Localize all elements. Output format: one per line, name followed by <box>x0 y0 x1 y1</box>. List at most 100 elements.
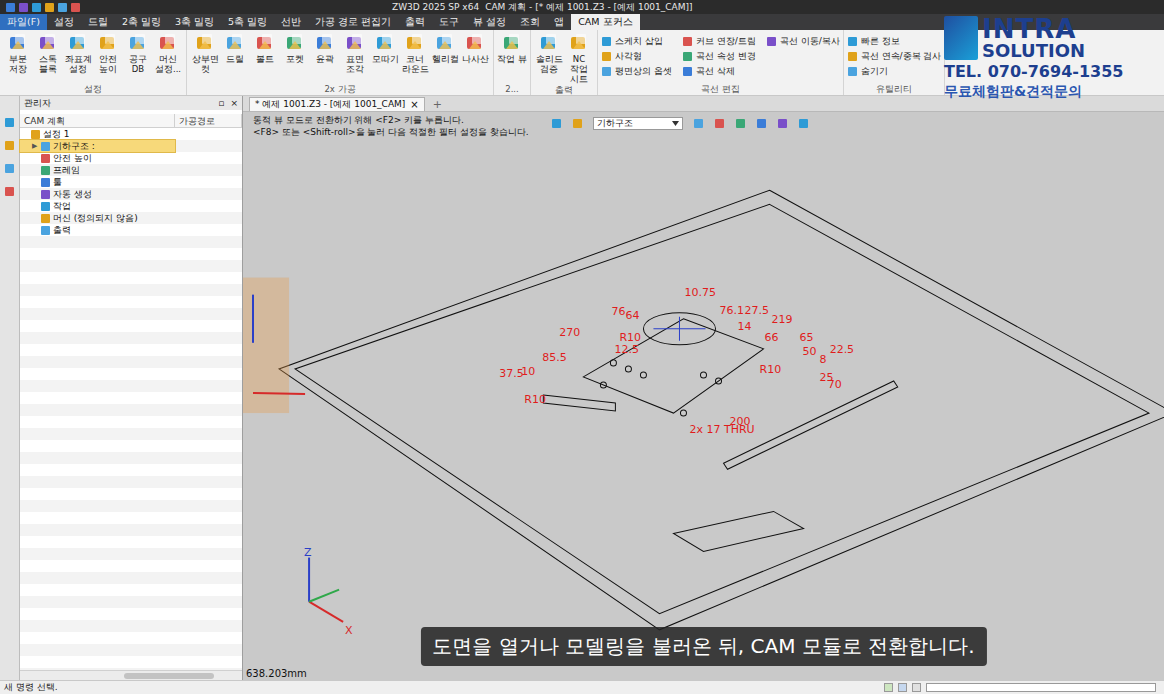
tool-icon <box>538 32 560 54</box>
tree-item[interactable]: 프레임 <box>20 164 175 176</box>
menu-tab[interactable]: CAM 포커스 <box>571 14 639 30</box>
dimension-label: R10 <box>760 363 782 376</box>
dimension-label: 37.5 <box>499 367 524 380</box>
ribbon-button[interactable]: 볼트 <box>250 32 280 83</box>
tree-item[interactable]: ▶기하구조 : <box>20 140 175 152</box>
quick-access-icon[interactable] <box>32 3 41 12</box>
ribbon-button[interactable]: 윤곽 <box>310 32 340 83</box>
menu-tab[interactable]: 선반 <box>274 14 308 30</box>
panel-control[interactable]: × <box>230 98 238 108</box>
small-tool-icon <box>601 66 612 77</box>
scrollbar[interactable] <box>20 670 242 680</box>
dimension-label: 64 <box>625 309 639 322</box>
small-tool-icon <box>798 118 809 129</box>
column-header: CAM 계획가공경로 <box>20 114 242 128</box>
ribbon-button[interactable]: 부분 저장 <box>3 32 33 83</box>
menu-tab[interactable]: 설정 <box>47 14 81 30</box>
close-button[interactable]: × <box>410 99 418 110</box>
ribbon-button[interactable]: 나사산 <box>460 32 490 83</box>
document-title: CAM 계획 - [* 예제 1001.Z3 - [예제 1001_CAM]] <box>485 1 692 14</box>
ribbon-button[interactable]: 상부면 컷 <box>190 32 220 83</box>
menu-tab[interactable]: 조회 <box>513 14 547 30</box>
menu-tab[interactable]: 도구 <box>432 14 466 30</box>
tree-node-icon <box>41 190 50 199</box>
ribbon-button[interactable]: 공구 DB <box>123 32 153 83</box>
small-tool-icon <box>714 118 725 129</box>
tree-item[interactable]: 자동 생성 <box>20 188 175 200</box>
ribbon-small-button[interactable]: 사각형 <box>601 49 672 64</box>
menu-tab[interactable]: 2축 밀링 <box>115 14 168 30</box>
ribbon-small-button[interactable]: 곡선 속성 변경 <box>682 49 756 64</box>
menu-tab[interactable]: 앱 <box>547 14 571 30</box>
menu-tab[interactable]: 5축 밀링 <box>221 14 274 30</box>
side-tool-icon[interactable] <box>5 164 14 173</box>
panel-control[interactable]: ▫ <box>218 98 224 108</box>
tree-item[interactable]: 설정 1 <box>20 128 175 140</box>
menu-tab[interactable]: 뷰 설정 <box>466 14 513 30</box>
ribbon-button[interactable]: 포켓 <box>280 32 310 83</box>
ribbon-small-button[interactable]: 곡선 삭제 <box>682 64 756 79</box>
add-tab-button[interactable]: + <box>429 98 446 111</box>
quick-access-icon[interactable] <box>45 3 54 12</box>
quick-access-icon[interactable] <box>19 3 28 12</box>
ribbon-small-button[interactable]: 평면상의 옵셋 <box>601 64 672 79</box>
ribbon-small-button[interactable]: 숨기기 <box>847 64 942 79</box>
ribbon-button[interactable]: 표면 조각 <box>340 32 370 83</box>
ribbon-small-button[interactable]: 스케치 삽입 <box>601 34 672 49</box>
tree-item[interactable]: 작업 <box>20 200 175 212</box>
side-tool-icon[interactable] <box>5 187 14 196</box>
menu-tab[interactable]: 드릴 <box>81 14 115 30</box>
side-tool-icon[interactable] <box>5 141 14 150</box>
filter-dropdown[interactable]: 기하구조 <box>593 117 683 130</box>
ribbon-button[interactable]: 드릴 <box>220 32 250 83</box>
ribbon-button[interactable]: 솔리드 검증 <box>534 32 564 84</box>
small-tool-icon <box>735 118 746 129</box>
quick-access-icon[interactable] <box>58 3 67 12</box>
small-tool-icon <box>756 118 767 129</box>
viewport[interactable]: ZX10.75766476.127.51421966655022.58270R1… <box>243 112 1164 680</box>
small-tool-icon <box>847 51 858 62</box>
ribbon-button[interactable]: 스톡 블록 <box>33 32 63 83</box>
quick-access-icon[interactable] <box>6 3 15 12</box>
side-tool-icon[interactable] <box>5 118 14 127</box>
ribbon-button[interactable]: 코너 라운드 <box>400 32 430 83</box>
ribbon-small-button[interactable]: 곡선 연속/중복 검사 <box>847 49 942 64</box>
status-icon[interactable] <box>912 683 921 692</box>
tree-item[interactable]: 머신 (정의되지 않음) <box>20 212 175 224</box>
menu-tab[interactable]: 파일(F) <box>0 14 47 30</box>
tree-node-icon <box>41 214 50 223</box>
tree-item[interactable]: 안전 높이 <box>20 152 175 164</box>
ribbon-button[interactable]: 작업 뷰 <box>497 32 527 83</box>
small-tool-icon <box>682 36 693 47</box>
axis-label: X <box>345 624 353 637</box>
tool-icon <box>97 32 119 54</box>
ribbon-button[interactable]: 좌표계 설정 <box>63 32 93 83</box>
ribbon-button[interactable]: 모따기 <box>370 32 400 83</box>
hint-text: 동적 뷰 모드로 전환하기 위해 <F2> 키를 누릅니다.<F8> 또는 <S… <box>253 114 543 138</box>
document-tab[interactable]: * 예제 1001.Z3 - [예제 1001_CAM]× <box>249 97 425 111</box>
tree-item[interactable]: 툴 <box>20 176 175 188</box>
dimension-label: 12.5 <box>614 343 639 356</box>
menu-tab[interactable]: 가공 경로 편집기 <box>308 14 398 30</box>
app-window: ZW3D 2025 SP x64CAM 계획 - [* 예제 1001.Z3 -… <box>0 0 1164 694</box>
ribbon-button[interactable]: 안전 높이 <box>93 32 123 83</box>
menu-tab[interactable]: 3축 밀링 <box>168 14 221 30</box>
status-icon[interactable] <box>898 683 907 692</box>
ribbon-small-button[interactable]: 커브 연장/트림 <box>682 34 756 49</box>
ribbon-button[interactable]: 머신 설정... <box>153 32 183 83</box>
tool-icon <box>344 32 366 54</box>
ribbon-button[interactable]: 헬리컬 <box>430 32 460 83</box>
quick-access-icon[interactable] <box>71 3 80 12</box>
ribbon-small-button[interactable]: 빠른 정보 <box>847 34 942 49</box>
small-tool-icon <box>682 66 693 77</box>
panel-title: 관리자 <box>24 97 51 110</box>
dimension-label: 10.75 <box>684 286 716 299</box>
tree-node-icon <box>41 226 50 235</box>
menu-tab[interactable]: 출력 <box>398 14 432 30</box>
dimension-label: 270 <box>559 326 580 339</box>
ribbon-button[interactable]: NC 작업 시트 <box>564 32 594 84</box>
status-icon[interactable] <box>884 683 893 692</box>
drawing-canvas[interactable]: ZX10.75766476.127.51421966655022.58270R1… <box>243 112 1164 680</box>
tree-item[interactable]: 출력 <box>20 224 175 236</box>
ribbon-small-button[interactable]: 곡선 이동/복사 <box>766 34 840 49</box>
